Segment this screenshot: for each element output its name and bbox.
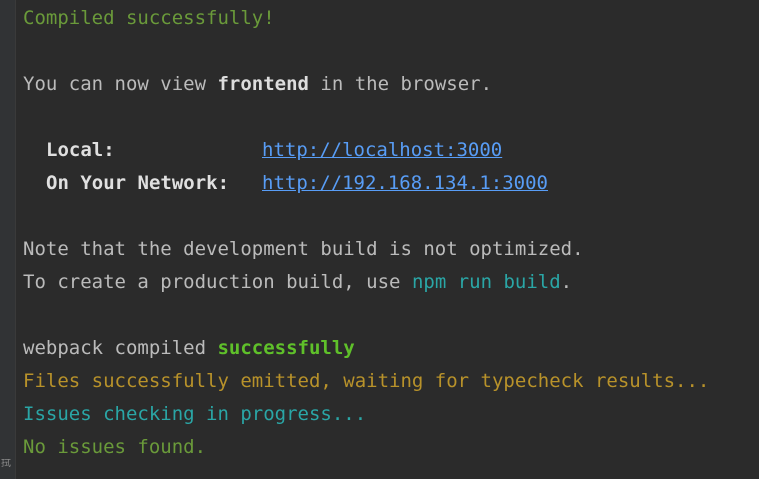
webpack-status: successfully [217,337,355,359]
prod-prefix: To create a production build, use [23,271,412,293]
prod-command: npm run build [411,271,561,293]
app-name: frontend [217,73,309,95]
no-issues-message: No issues found. [23,436,207,458]
local-label: Local: [46,139,115,161]
network-url-link[interactable]: http://192.168.134.1:3000 [262,171,548,195]
compiled-message: Compiled successfully! [23,7,275,29]
gutter-glyph: 拭 [1,459,11,469]
files-emitted-message: Files successfully emitted, waiting for … [23,370,710,392]
view-message: You can now view frontend in the browser… [23,72,492,96]
webpack-message: webpack compiled successfully [23,336,355,360]
local-url-link[interactable]: http://localhost:3000 [262,138,502,162]
prod-suffix: . [560,271,573,293]
network-label: On Your Network: [46,172,230,194]
note-message: Note that the development build is not o… [23,238,584,260]
webpack-prefix: webpack compiled [23,337,218,359]
view-suffix: in the browser. [308,73,493,95]
production-build-message: To create a production build, use npm ru… [23,270,572,294]
view-prefix: You can now view [23,73,218,95]
issues-checking-message: Issues checking in progress... [23,403,367,425]
terminal-console: 拭 Compiled successfully! You can now vie… [0,0,759,479]
console-gutter: 拭 [0,0,16,479]
